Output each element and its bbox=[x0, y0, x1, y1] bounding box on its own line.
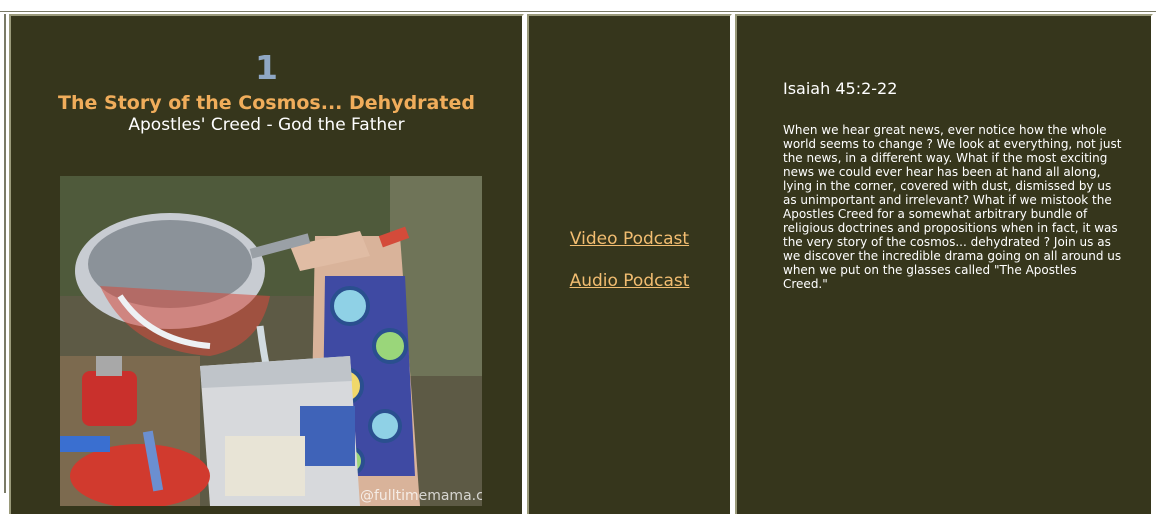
lesson-number: 1 bbox=[255, 48, 278, 87]
podcast-links-cell: Video Podcast Audio Podcast bbox=[527, 14, 732, 514]
lesson-cell: 1 The Story of the Cosmos... Dehydrated … bbox=[9, 14, 524, 514]
svg-text:@fulltimemama.com: @fulltimemama.com bbox=[360, 488, 482, 504]
page-frame: 1 The Story of the Cosmos... Dehydrated … bbox=[0, 0, 1156, 514]
video-podcast-link[interactable]: Video Podcast bbox=[529, 229, 730, 249]
description-cell: Isaiah 45:2-22 When we hear great news, … bbox=[735, 14, 1153, 514]
table-border-top bbox=[0, 11, 1156, 12]
lesson-description: When we hear great news, ever notice how… bbox=[783, 123, 1122, 291]
table-border-left bbox=[4, 14, 6, 493]
lesson-photo: @fulltimemama.com bbox=[60, 176, 482, 506]
lesson-title: The Story of the Cosmos... Dehydrated bbox=[58, 92, 475, 114]
lesson-subtitle: Apostles' Creed - God the Father bbox=[128, 115, 405, 135]
scripture-reference: Isaiah 45:2-22 bbox=[783, 79, 898, 98]
audio-podcast-link[interactable]: Audio Podcast bbox=[529, 271, 730, 291]
